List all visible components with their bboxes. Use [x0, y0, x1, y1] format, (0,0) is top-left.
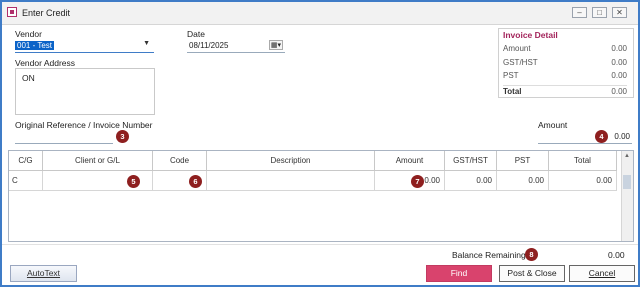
- enter-credit-window: Enter Credit – □ ✕ Vendor 001 - Test ▼ D…: [0, 0, 640, 287]
- app-icon: [7, 7, 17, 17]
- marker-3: 3: [116, 130, 129, 143]
- grid-cell-pst[interactable]: 0.00: [497, 171, 549, 191]
- invoice-amount-value: 0.00: [611, 44, 627, 53]
- marker-6: 6: [189, 175, 202, 188]
- reference-label: Original Reference / Invoice Number: [15, 120, 153, 130]
- invoice-detail-title: Invoice Detail: [503, 30, 558, 40]
- date-label: Date: [187, 29, 205, 39]
- marker-7: 7: [411, 175, 424, 188]
- cancel-label: Cancel: [588, 268, 616, 278]
- invoice-detail-panel: Invoice Detail Amount 0.00 GST/HST 0.00 …: [498, 28, 634, 98]
- grid-header-client-gl[interactable]: Client or G/L: [43, 151, 153, 171]
- grid-header-amount[interactable]: Amount: [375, 151, 445, 171]
- grid-cell-total[interactable]: 0.00: [549, 171, 617, 191]
- vendor-address-label: Vendor Address: [15, 58, 76, 68]
- grid-header-pst[interactable]: PST: [497, 151, 549, 171]
- grid-header-description[interactable]: Description: [207, 151, 375, 171]
- find-label: Find: [450, 268, 468, 278]
- reference-input[interactable]: [15, 131, 113, 144]
- amount-value: 0.00: [614, 132, 630, 141]
- vendor-address-box[interactable]: ON: [15, 68, 155, 115]
- window-title: Enter Credit: [22, 8, 71, 18]
- autotext-label: AutoText: [26, 268, 61, 278]
- grid-header-gst[interactable]: GST/HST: [445, 151, 497, 171]
- invoice-total-value: 0.00: [611, 87, 627, 96]
- post-close-button[interactable]: Post & Close: [499, 265, 565, 282]
- scroll-thumb[interactable]: [623, 175, 631, 189]
- credit-lines-grid[interactable]: C/G Client or G/L Code Description Amoun…: [8, 150, 634, 242]
- invoice-pst-label: PST: [503, 71, 519, 80]
- close-icon[interactable]: ✕: [612, 7, 627, 18]
- cancel-button[interactable]: Cancel: [569, 265, 635, 282]
- grid-scrollbar[interactable]: ▲: [621, 151, 633, 241]
- scroll-up-icon[interactable]: ▲: [623, 153, 631, 161]
- invoice-total-row: Total 0.00: [503, 85, 627, 96]
- footer-divider: [2, 244, 638, 245]
- invoice-gst-label: GST/HST: [503, 58, 538, 67]
- amount-input[interactable]: 0.00: [538, 131, 632, 144]
- chevron-down-icon[interactable]: ▼: [143, 40, 150, 47]
- grid-cell-description[interactable]: [207, 171, 375, 191]
- invoice-gst-value: 0.00: [611, 58, 627, 67]
- invoice-total-label: Total: [503, 87, 522, 96]
- minimize-icon[interactable]: –: [572, 7, 587, 18]
- grid-header-total[interactable]: Total: [549, 151, 617, 171]
- grid-header-cg[interactable]: C/G: [9, 151, 43, 171]
- grid-cell-gst[interactable]: 0.00: [445, 171, 497, 191]
- vendor-label: Vendor: [15, 29, 42, 39]
- maximize-icon[interactable]: □: [592, 7, 607, 18]
- grid-header-code[interactable]: Code: [153, 151, 207, 171]
- balance-value: 0.00: [608, 250, 625, 260]
- invoice-pst-value: 0.00: [611, 71, 627, 80]
- calendar-icon[interactable]: ▦▾: [268, 40, 283, 50]
- vendor-select[interactable]: 001 - Test ▼: [15, 40, 154, 53]
- vendor-address-value: ON: [22, 73, 35, 83]
- date-value: 08/11/2025: [189, 41, 229, 50]
- invoice-gst-row: GST/HST 0.00: [503, 58, 627, 67]
- title-bar: Enter Credit – □ ✕: [2, 2, 638, 25]
- balance-label: Balance Remaining: [452, 250, 526, 260]
- marker-4: 4: [595, 130, 608, 143]
- post-close-label: Post & Close: [507, 268, 557, 278]
- invoice-amount-row: Amount 0.00: [503, 44, 627, 53]
- date-field[interactable]: 08/11/2025 ▦▾: [187, 40, 285, 53]
- amount-label: Amount: [538, 120, 568, 130]
- grid-cell-cg[interactable]: C: [9, 171, 43, 191]
- find-button[interactable]: Find: [426, 265, 492, 282]
- autotext-button[interactable]: AutoText: [10, 265, 77, 282]
- invoice-amount-label: Amount: [503, 44, 531, 53]
- invoice-pst-row: PST 0.00: [503, 71, 627, 80]
- vendor-value: 001 - Test: [15, 41, 54, 50]
- marker-8: 8: [525, 248, 538, 261]
- marker-5: 5: [127, 175, 140, 188]
- grid-cell-amount[interactable]: 0.00: [375, 171, 445, 191]
